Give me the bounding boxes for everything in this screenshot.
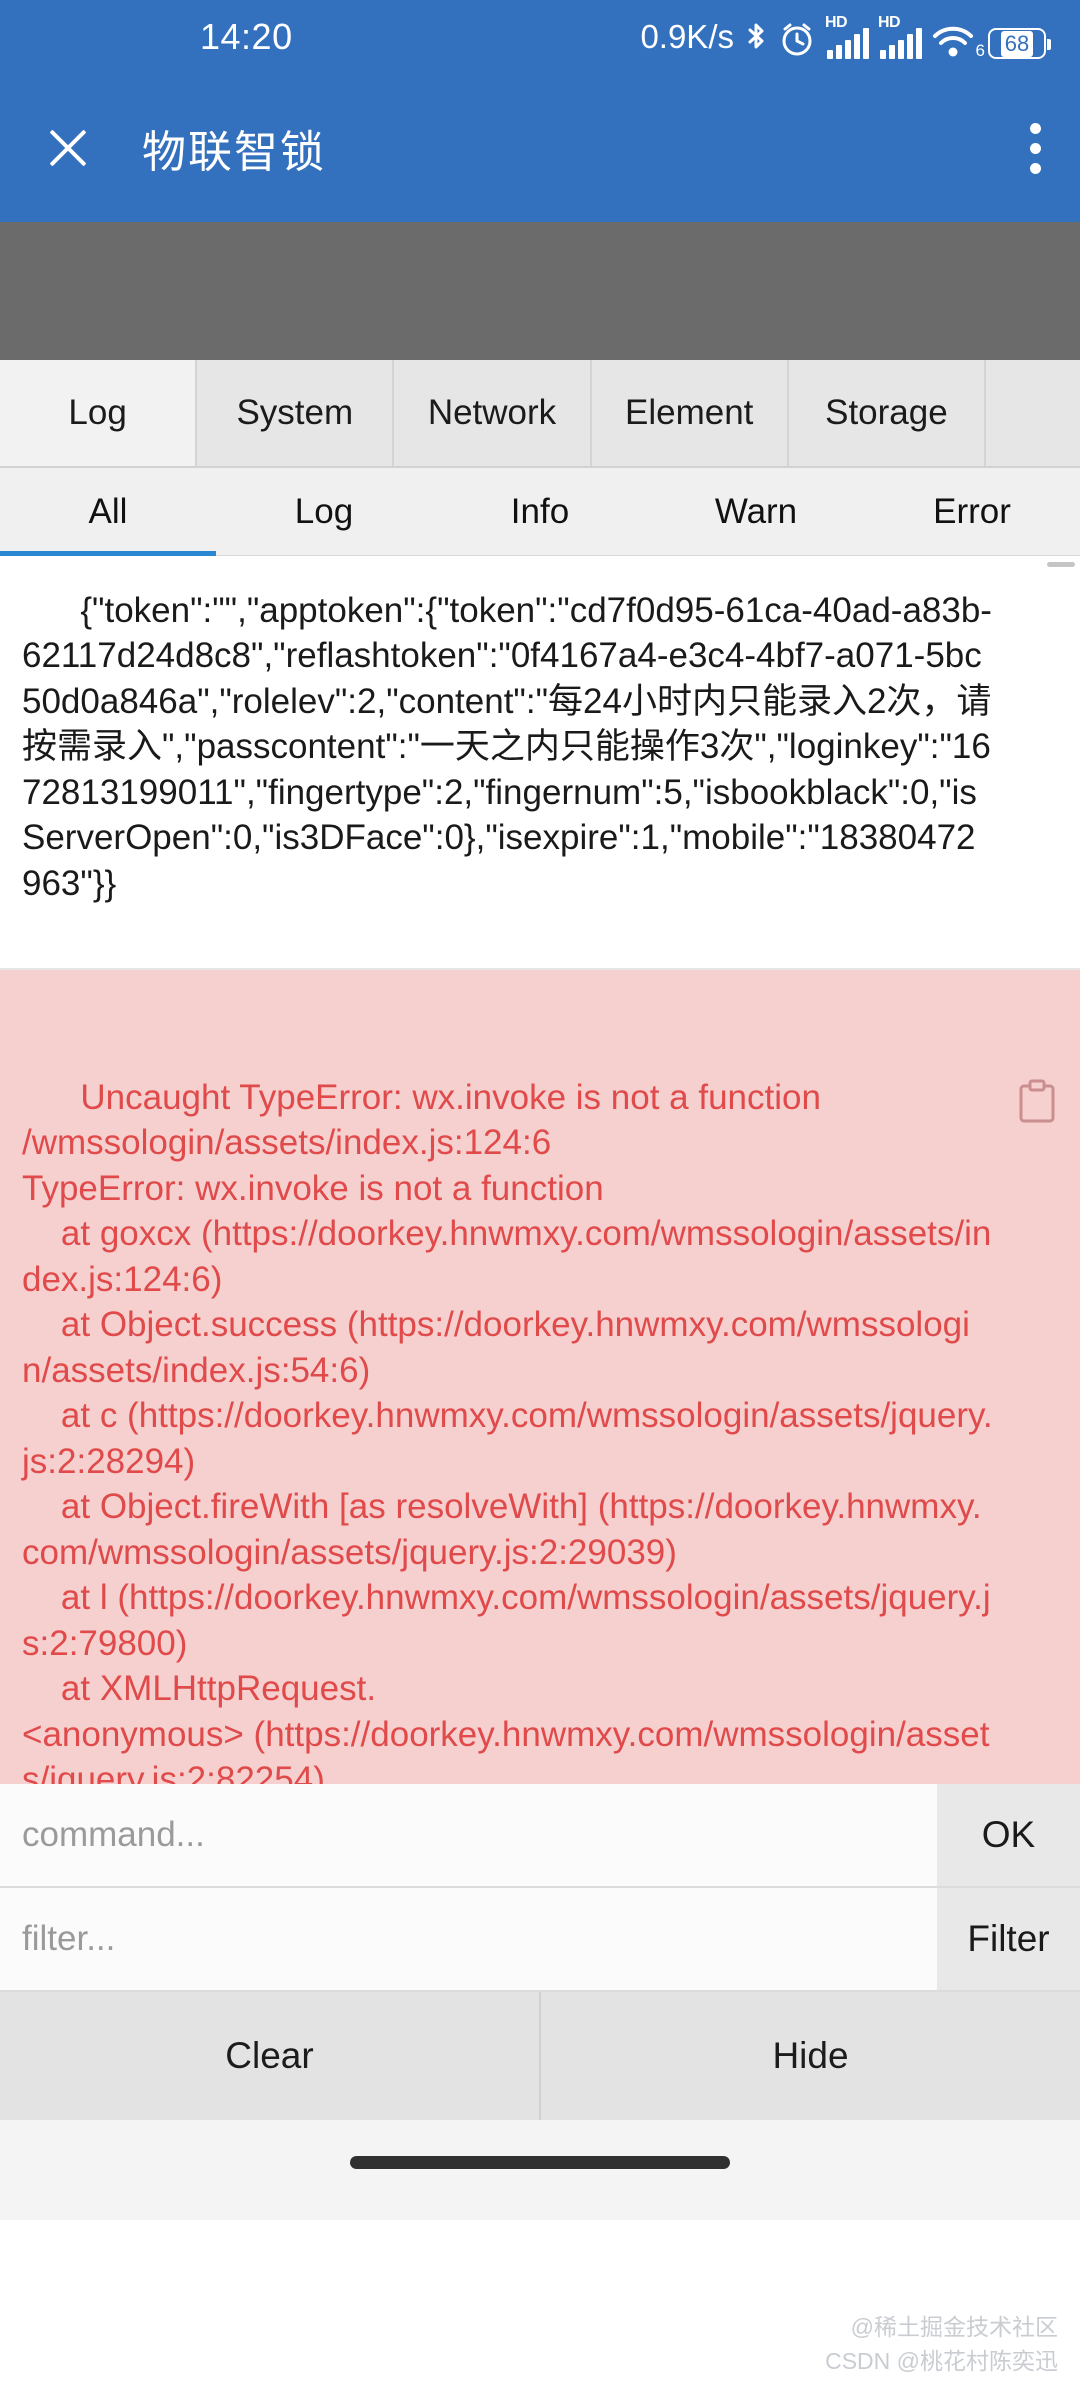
status-icons: 0.9K/s HD HD 6 68 (640, 14, 1051, 60)
tab-network[interactable]: Network (394, 360, 592, 466)
level-tab-warn[interactable]: Warn (648, 468, 864, 555)
action-button-bar: Clear Hide (0, 1992, 1080, 2120)
tab-label: Element (625, 393, 754, 432)
hd-label: HD (825, 14, 848, 31)
tab-log[interactable]: Log (0, 360, 198, 466)
battery-percent-label: 68 (1000, 30, 1034, 57)
page-title: 物联智锁 (142, 128, 326, 177)
log-row-text: Uncaught TypeError: wx.invoke is not a f… (22, 1077, 993, 1785)
alarm-icon (778, 15, 816, 59)
level-tab-label: All (88, 491, 128, 531)
signal-icon: HD (878, 14, 922, 59)
wifi-icon: 6 (931, 15, 985, 60)
signal-bars (827, 28, 869, 59)
gesture-nav-bar (0, 2120, 1080, 2220)
bluetooth-icon (743, 15, 769, 59)
console-log-list[interactable]: {"token":"","apptoken":{"token":"cd7f0d9… (0, 556, 1080, 1784)
tab-label: Log (68, 393, 127, 432)
clear-button[interactable]: Clear (0, 1992, 541, 2120)
tab-label: Storage (825, 393, 948, 432)
webview-content-area (0, 222, 1080, 360)
close-icon[interactable] (42, 122, 94, 174)
command-row: command... OK (0, 1784, 1080, 1888)
tab-storage[interactable]: Storage (788, 360, 987, 466)
tab-system[interactable]: System (197, 360, 395, 466)
app-bar: 物联智锁 (0, 74, 1080, 222)
copy-icon[interactable] (1016, 988, 1058, 1122)
log-row[interactable]: Uncaught TypeError: wx.invoke is not a f… (0, 969, 1080, 1785)
battery-icon: 68 (988, 28, 1051, 59)
signal-icon: HD (825, 14, 869, 59)
level-tab-label: Info (510, 491, 570, 531)
watermark-line-2: CSDN @桃花村陈奕迅 (825, 2347, 1058, 2374)
command-input[interactable]: command... (0, 1784, 937, 1886)
level-tab-error[interactable]: Error (864, 468, 1080, 555)
level-tab-label: Log (294, 491, 354, 531)
filter-button[interactable]: Filter (937, 1888, 1080, 1990)
hd-label: HD (878, 14, 901, 31)
command-ok-button[interactable]: OK (937, 1784, 1080, 1886)
tab-element[interactable]: Element (591, 360, 789, 466)
log-row-text: {"token":"","apptoken":{"token":"cd7f0d9… (22, 590, 992, 903)
tab-label: Network (427, 393, 557, 432)
wifi-generation-label: 6 (975, 41, 985, 60)
level-tab-label: Warn (714, 491, 798, 531)
status-bar: 14:20 0.9K/s HD HD 6 68 (0, 0, 1080, 74)
level-tab-all[interactable]: All (0, 468, 216, 556)
phone-screen: 14:20 0.9K/s HD HD 6 68 物联智锁 Log System … (0, 0, 1080, 2400)
signal-bars (880, 28, 922, 59)
hide-button[interactable]: Hide (541, 1992, 1080, 2120)
watermark: @稀土掘金技术社区 CSDN @桃花村陈奕迅 (825, 2311, 1058, 2378)
panel-tab-bar: Log System Network Element Storage (0, 360, 1080, 468)
tab-overflow-spacer (986, 360, 1080, 466)
level-tab-label: Error (933, 491, 1011, 531)
filter-row: filter... Filter (0, 1888, 1080, 1992)
watermark-line-1: @稀土掘金技术社区 (850, 2314, 1058, 2341)
filter-input[interactable]: filter... (0, 1888, 937, 1990)
level-filter-bar: All Log Info Warn Error (0, 468, 1080, 556)
home-indicator[interactable] (350, 2156, 730, 2169)
log-row[interactable]: {"token":"","apptoken":{"token":"cd7f0d9… (0, 556, 1080, 970)
more-options-icon[interactable] (1028, 122, 1042, 174)
network-speed-label: 0.9K/s (640, 18, 734, 55)
status-time: 14:20 (200, 16, 293, 57)
tab-label: System (236, 393, 354, 432)
level-tab-log[interactable]: Log (216, 468, 432, 555)
level-tab-info[interactable]: Info (432, 468, 648, 555)
